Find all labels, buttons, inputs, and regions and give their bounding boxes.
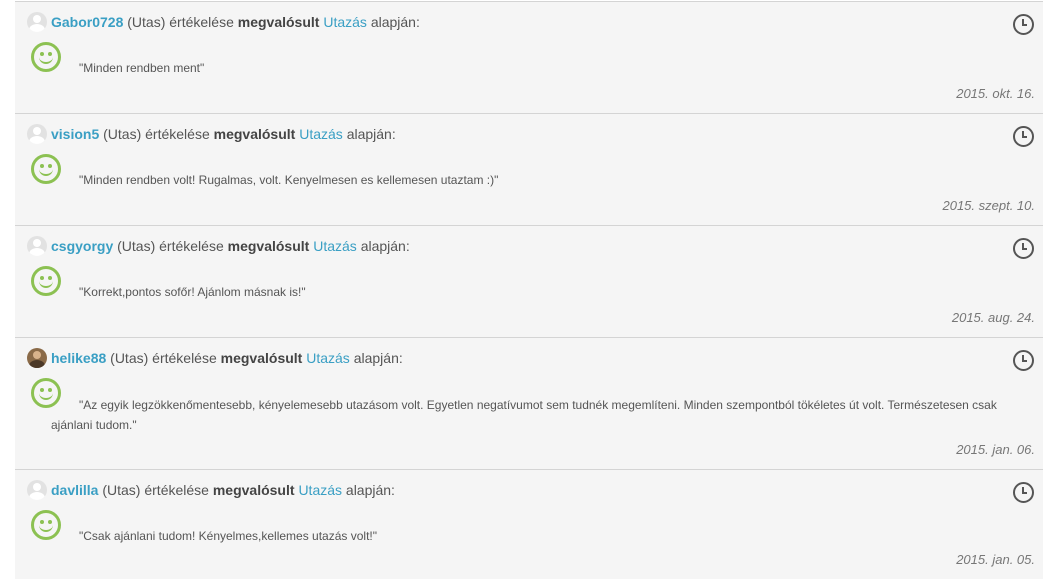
review-item: csgyorgy (Utas) értékelése megvalósult U… [15,225,1043,338]
user-link[interactable]: helike88 [51,350,106,366]
user-link[interactable]: csgyorgy [51,238,113,254]
suffix-text: alapján: [353,350,403,366]
trip-link[interactable]: Utazás [306,350,350,366]
review-comment: "Minden rendben ment" [79,61,205,75]
review-comment: "Korrekt,pontos sofőr! Ajánlom másnak is… [79,285,306,299]
trip-link[interactable]: Utazás [323,14,367,30]
status-text: megvalósult [213,126,296,142]
default-avatar-icon[interactable] [27,124,47,144]
status-text: megvalósult [220,350,303,366]
review-header: vision5 (Utas) értékelése megvalósult Ut… [27,124,396,144]
review-comment: "Az egyik legzökkenőmentesebb, kényeleme… [51,398,997,432]
suffix-text: alapján: [345,482,395,498]
positive-rating-icon [31,266,61,296]
status-text: megvalósult [237,14,320,30]
default-avatar-icon[interactable] [27,236,47,256]
clock-icon [1013,350,1034,371]
review-date: 2015. szept. 10. [942,198,1035,213]
review-header: davlilla (Utas) értékelése megvalósult U… [27,480,395,500]
suffix-text: alapján: [360,238,410,254]
clock-icon [1013,126,1034,147]
review-header: Gabor0728 (Utas) értékelése megvalósult … [27,12,420,32]
review-date: 2015. jan. 05. [956,552,1035,567]
review-header: csgyorgy (Utas) értékelése megvalósult U… [27,236,410,256]
positive-rating-icon [31,42,61,72]
clock-icon [1013,482,1034,503]
user-link[interactable]: Gabor0728 [51,14,123,30]
suffix-text: alapján: [370,14,420,30]
status-text: megvalósult [212,482,295,498]
review-date: 2015. jan. 06. [956,442,1035,457]
status-text: megvalósult [227,238,310,254]
positive-rating-icon [31,510,61,540]
role-text: (Utas) értékelése [110,350,217,366]
review-item: vision5 (Utas) értékelése megvalósult Ut… [15,113,1043,226]
user-link[interactable]: vision5 [51,126,99,142]
default-avatar-icon[interactable] [27,480,47,500]
role-text: (Utas) értékelése [103,126,210,142]
review-item: helike88 (Utas) értékelése megvalósult U… [15,337,1043,470]
review-comment: "Minden rendben volt! Rugalmas, volt. Ke… [79,173,499,187]
review-date: 2015. okt. 16. [956,86,1035,101]
review-comment: "Csak ajánlani tudom! Kényelmes,kellemes… [79,529,377,543]
user-link[interactable]: davlilla [51,482,98,498]
review-item: davlilla (Utas) értékelése megvalósult U… [15,469,1043,579]
clock-icon [1013,238,1034,259]
trip-link[interactable]: Utazás [313,238,357,254]
trip-link[interactable]: Utazás [299,126,343,142]
role-text: (Utas) értékelése [117,238,224,254]
suffix-text: alapján: [346,126,396,142]
trip-link[interactable]: Utazás [298,482,342,498]
default-avatar-icon[interactable] [27,12,47,32]
review-header: helike88 (Utas) értékelése megvalósult U… [27,348,403,368]
role-text: (Utas) értékelése [127,14,234,30]
review-item: Gabor0728 (Utas) értékelése megvalósult … [15,1,1043,114]
photo-avatar-icon[interactable] [27,348,47,368]
role-text: (Utas) értékelése [102,482,209,498]
positive-rating-icon [31,154,61,184]
review-list: Gabor0728 (Utas) értékelése megvalósult … [0,0,1044,579]
clock-icon [1013,14,1034,35]
review-date: 2015. aug. 24. [951,310,1035,325]
